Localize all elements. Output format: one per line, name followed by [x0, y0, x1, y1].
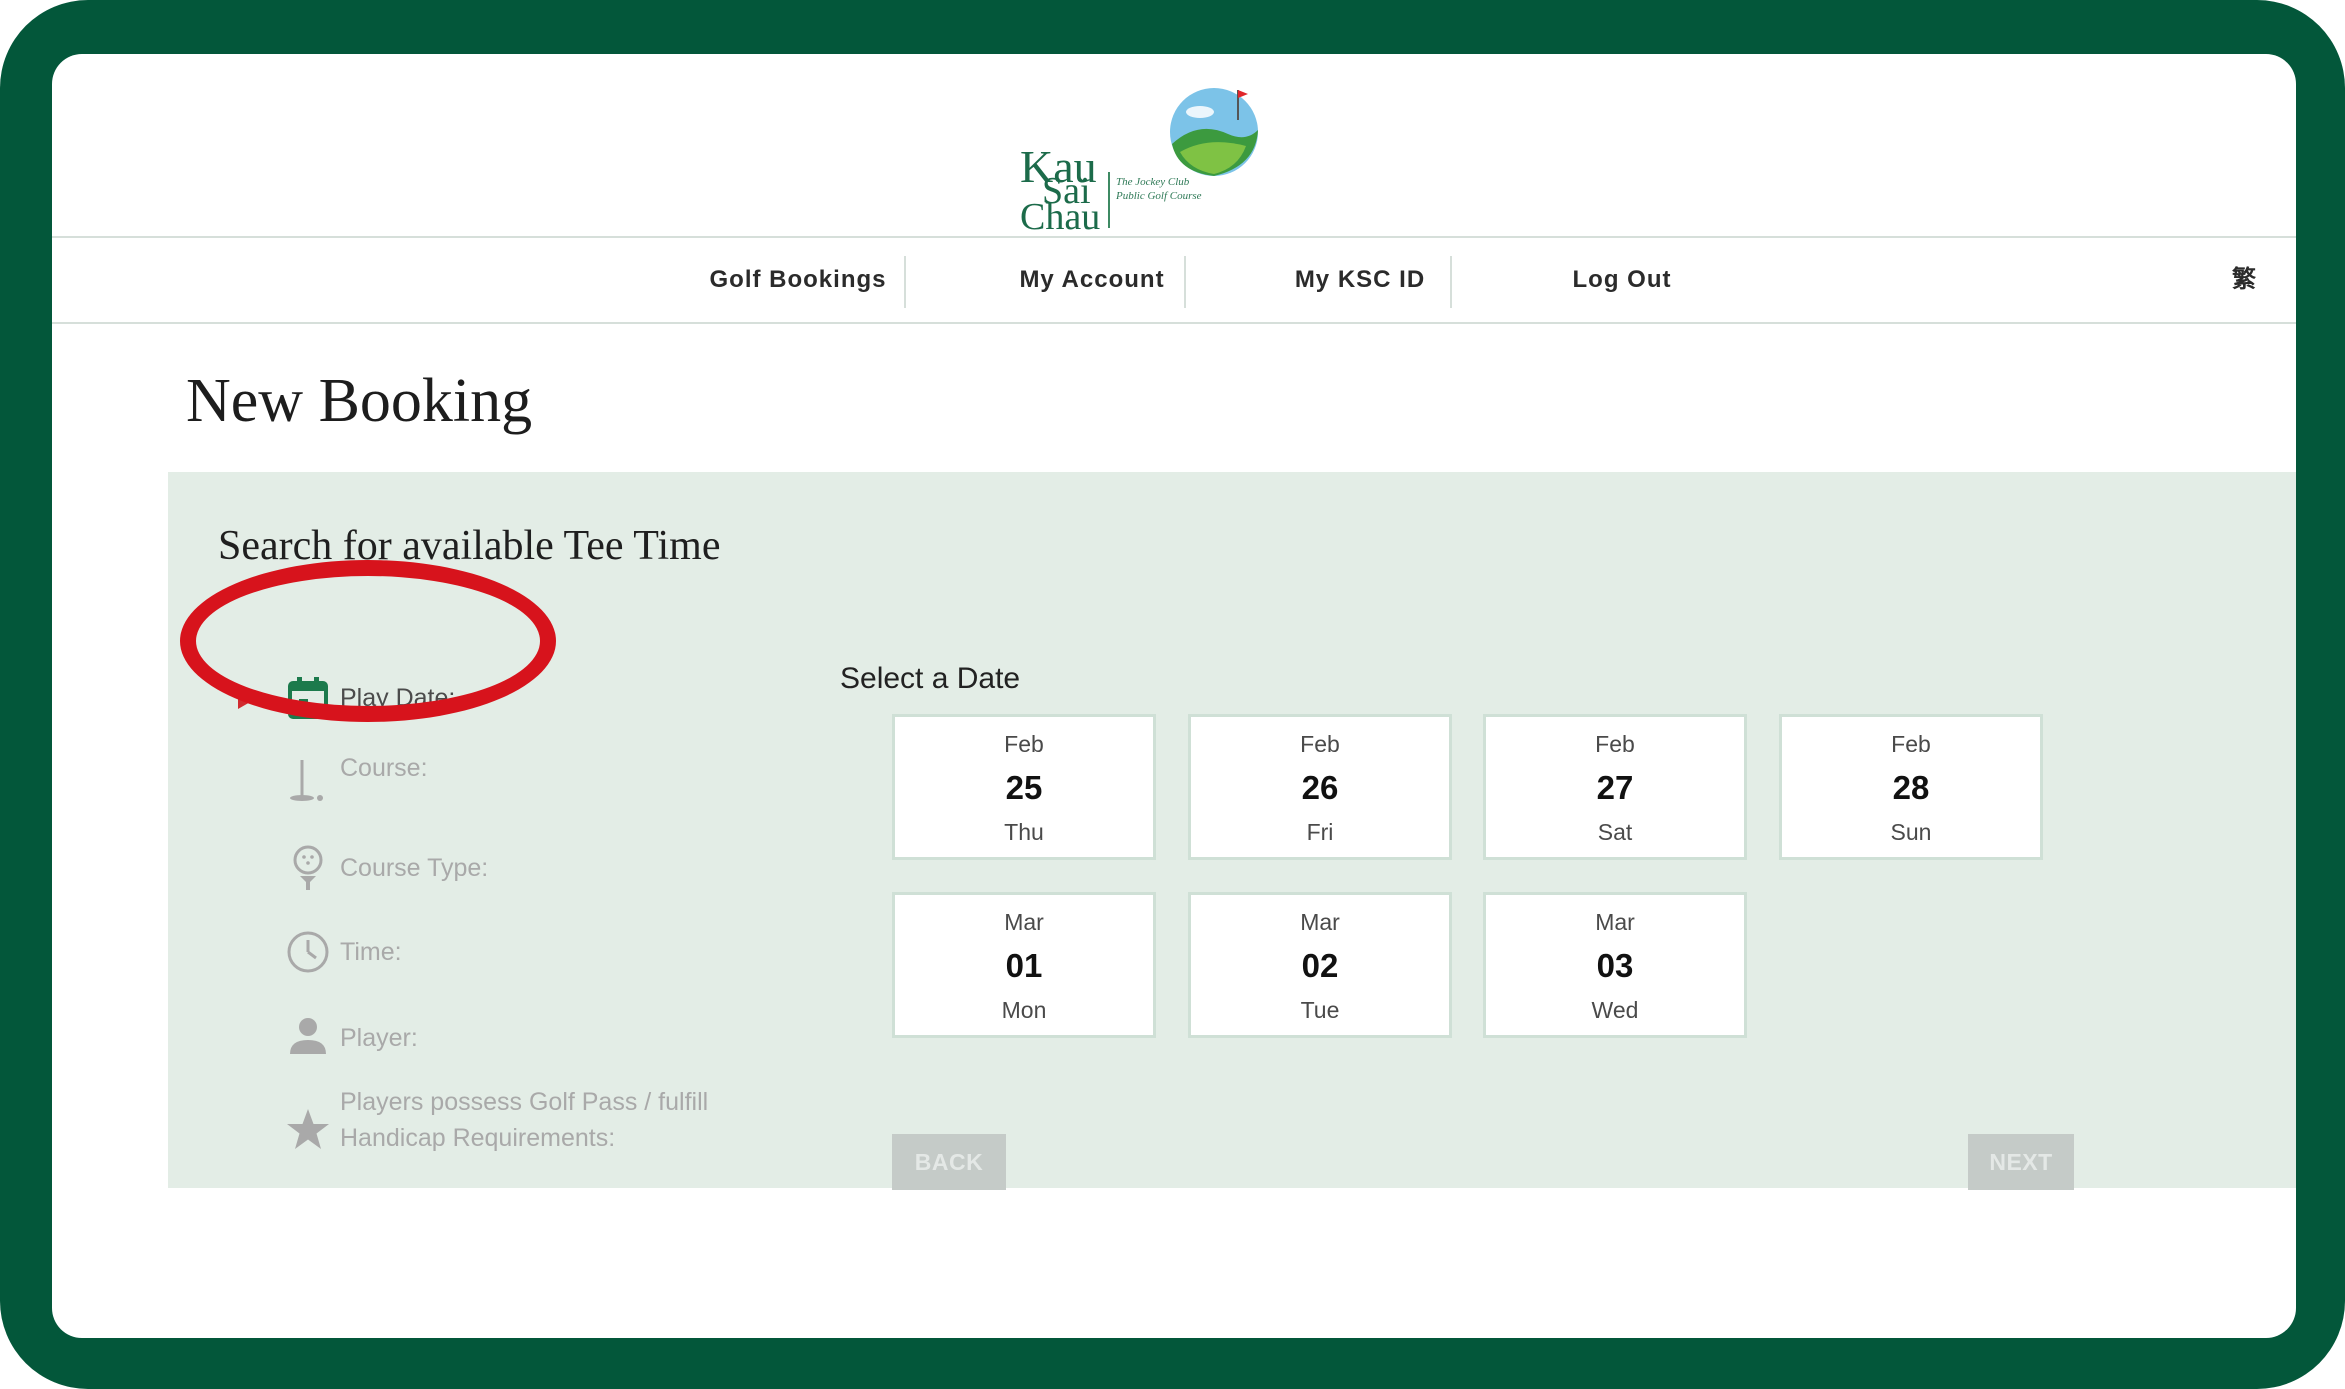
nav-my-account[interactable]: My Account — [948, 238, 1236, 322]
date-option[interactable]: Feb 28 Sun — [1779, 714, 2043, 860]
star-icon — [287, 1109, 329, 1149]
date-weekday: Thu — [1004, 819, 1044, 845]
date-option[interactable]: Mar 02 Tue — [1188, 892, 1452, 1038]
page-title: New Booking — [186, 367, 533, 435]
date-month: Mar — [1004, 909, 1044, 935]
calendar-icon — [288, 677, 328, 719]
site-logo[interactable]: Kau Sai Chau The Jockey Club Public Golf… — [1020, 72, 1270, 236]
date-month: Feb — [1300, 731, 1340, 757]
date-day: 02 — [1301, 947, 1339, 984]
date-weekday: Wed — [1591, 997, 1639, 1023]
step-label-golf-pass: Players possess Golf Pass / fulfill Hand… — [340, 1088, 709, 1152]
date-day: 28 — [1892, 769, 1930, 806]
date-option[interactable]: Mar 01 Mon — [892, 892, 1156, 1038]
date-day: 03 — [1596, 947, 1634, 984]
browser-viewport: Kau Sai Chau The Jockey Club Public Golf… — [52, 54, 2296, 1338]
nav-my-ksc-id[interactable]: My KSC ID — [1228, 238, 1492, 322]
golf-flag-icon — [290, 760, 323, 801]
date-day: 26 — [1301, 769, 1339, 806]
step-label-play-date: Play Date: — [340, 684, 456, 712]
step-label-time: Time: — [340, 938, 402, 966]
clock-icon — [287, 931, 329, 973]
date-option[interactable]: Feb 27 Sat — [1483, 714, 1747, 860]
step-label-player: Player: — [340, 1024, 418, 1052]
date-option[interactable]: Feb 26 Fri — [1188, 714, 1452, 860]
select-date-title: Select a Date — [840, 662, 1021, 695]
golf-globe-icon — [1170, 88, 1258, 176]
next-button[interactable]: NEXT — [1968, 1134, 2074, 1190]
date-month: Mar — [1300, 909, 1340, 935]
date-day: 27 — [1596, 769, 1634, 806]
step-label-course: Course: — [340, 754, 428, 782]
nav-divider — [1450, 256, 1452, 308]
main-nav: Golf Bookings My Account My KSC ID Log O… — [52, 236, 2296, 324]
date-day: 25 — [1005, 769, 1043, 806]
language-toggle[interactable]: 繁 — [2232, 238, 2256, 322]
date-weekday: Tue — [1300, 997, 1340, 1023]
current-step-arrow-icon — [238, 685, 259, 709]
logo-divider — [1108, 172, 1110, 228]
search-panel: Search for available Tee Time Play Date:… — [168, 472, 2296, 1190]
date-month: Mar — [1595, 909, 1635, 935]
nav-log-out[interactable]: Log Out — [1492, 238, 1752, 322]
date-month: Feb — [1595, 731, 1635, 757]
date-month: Feb — [1891, 731, 1931, 757]
golf-ball-tee-icon — [293, 845, 323, 890]
nav-divider — [1184, 256, 1186, 308]
date-weekday: Fri — [1306, 819, 1334, 845]
date-weekday: Sun — [1890, 819, 1932, 845]
date-day: 01 — [1005, 947, 1043, 984]
step-label-course-type: Course Type: — [340, 854, 489, 882]
logo-word-chau: Chau — [1020, 196, 1101, 238]
date-weekday: Sat — [1597, 819, 1633, 845]
back-button[interactable]: BACK — [892, 1134, 1006, 1190]
nav-golf-bookings[interactable]: Golf Bookings — [648, 238, 948, 322]
person-icon — [290, 1018, 326, 1054]
date-option[interactable]: Feb 25 Thu — [892, 714, 1156, 860]
date-month: Feb — [1004, 731, 1044, 757]
nav-divider — [904, 256, 906, 308]
date-option[interactable]: Mar 03 Wed — [1483, 892, 1747, 1038]
date-weekday: Mon — [1001, 997, 1047, 1023]
search-panel-title: Search for available Tee Time — [218, 523, 721, 569]
